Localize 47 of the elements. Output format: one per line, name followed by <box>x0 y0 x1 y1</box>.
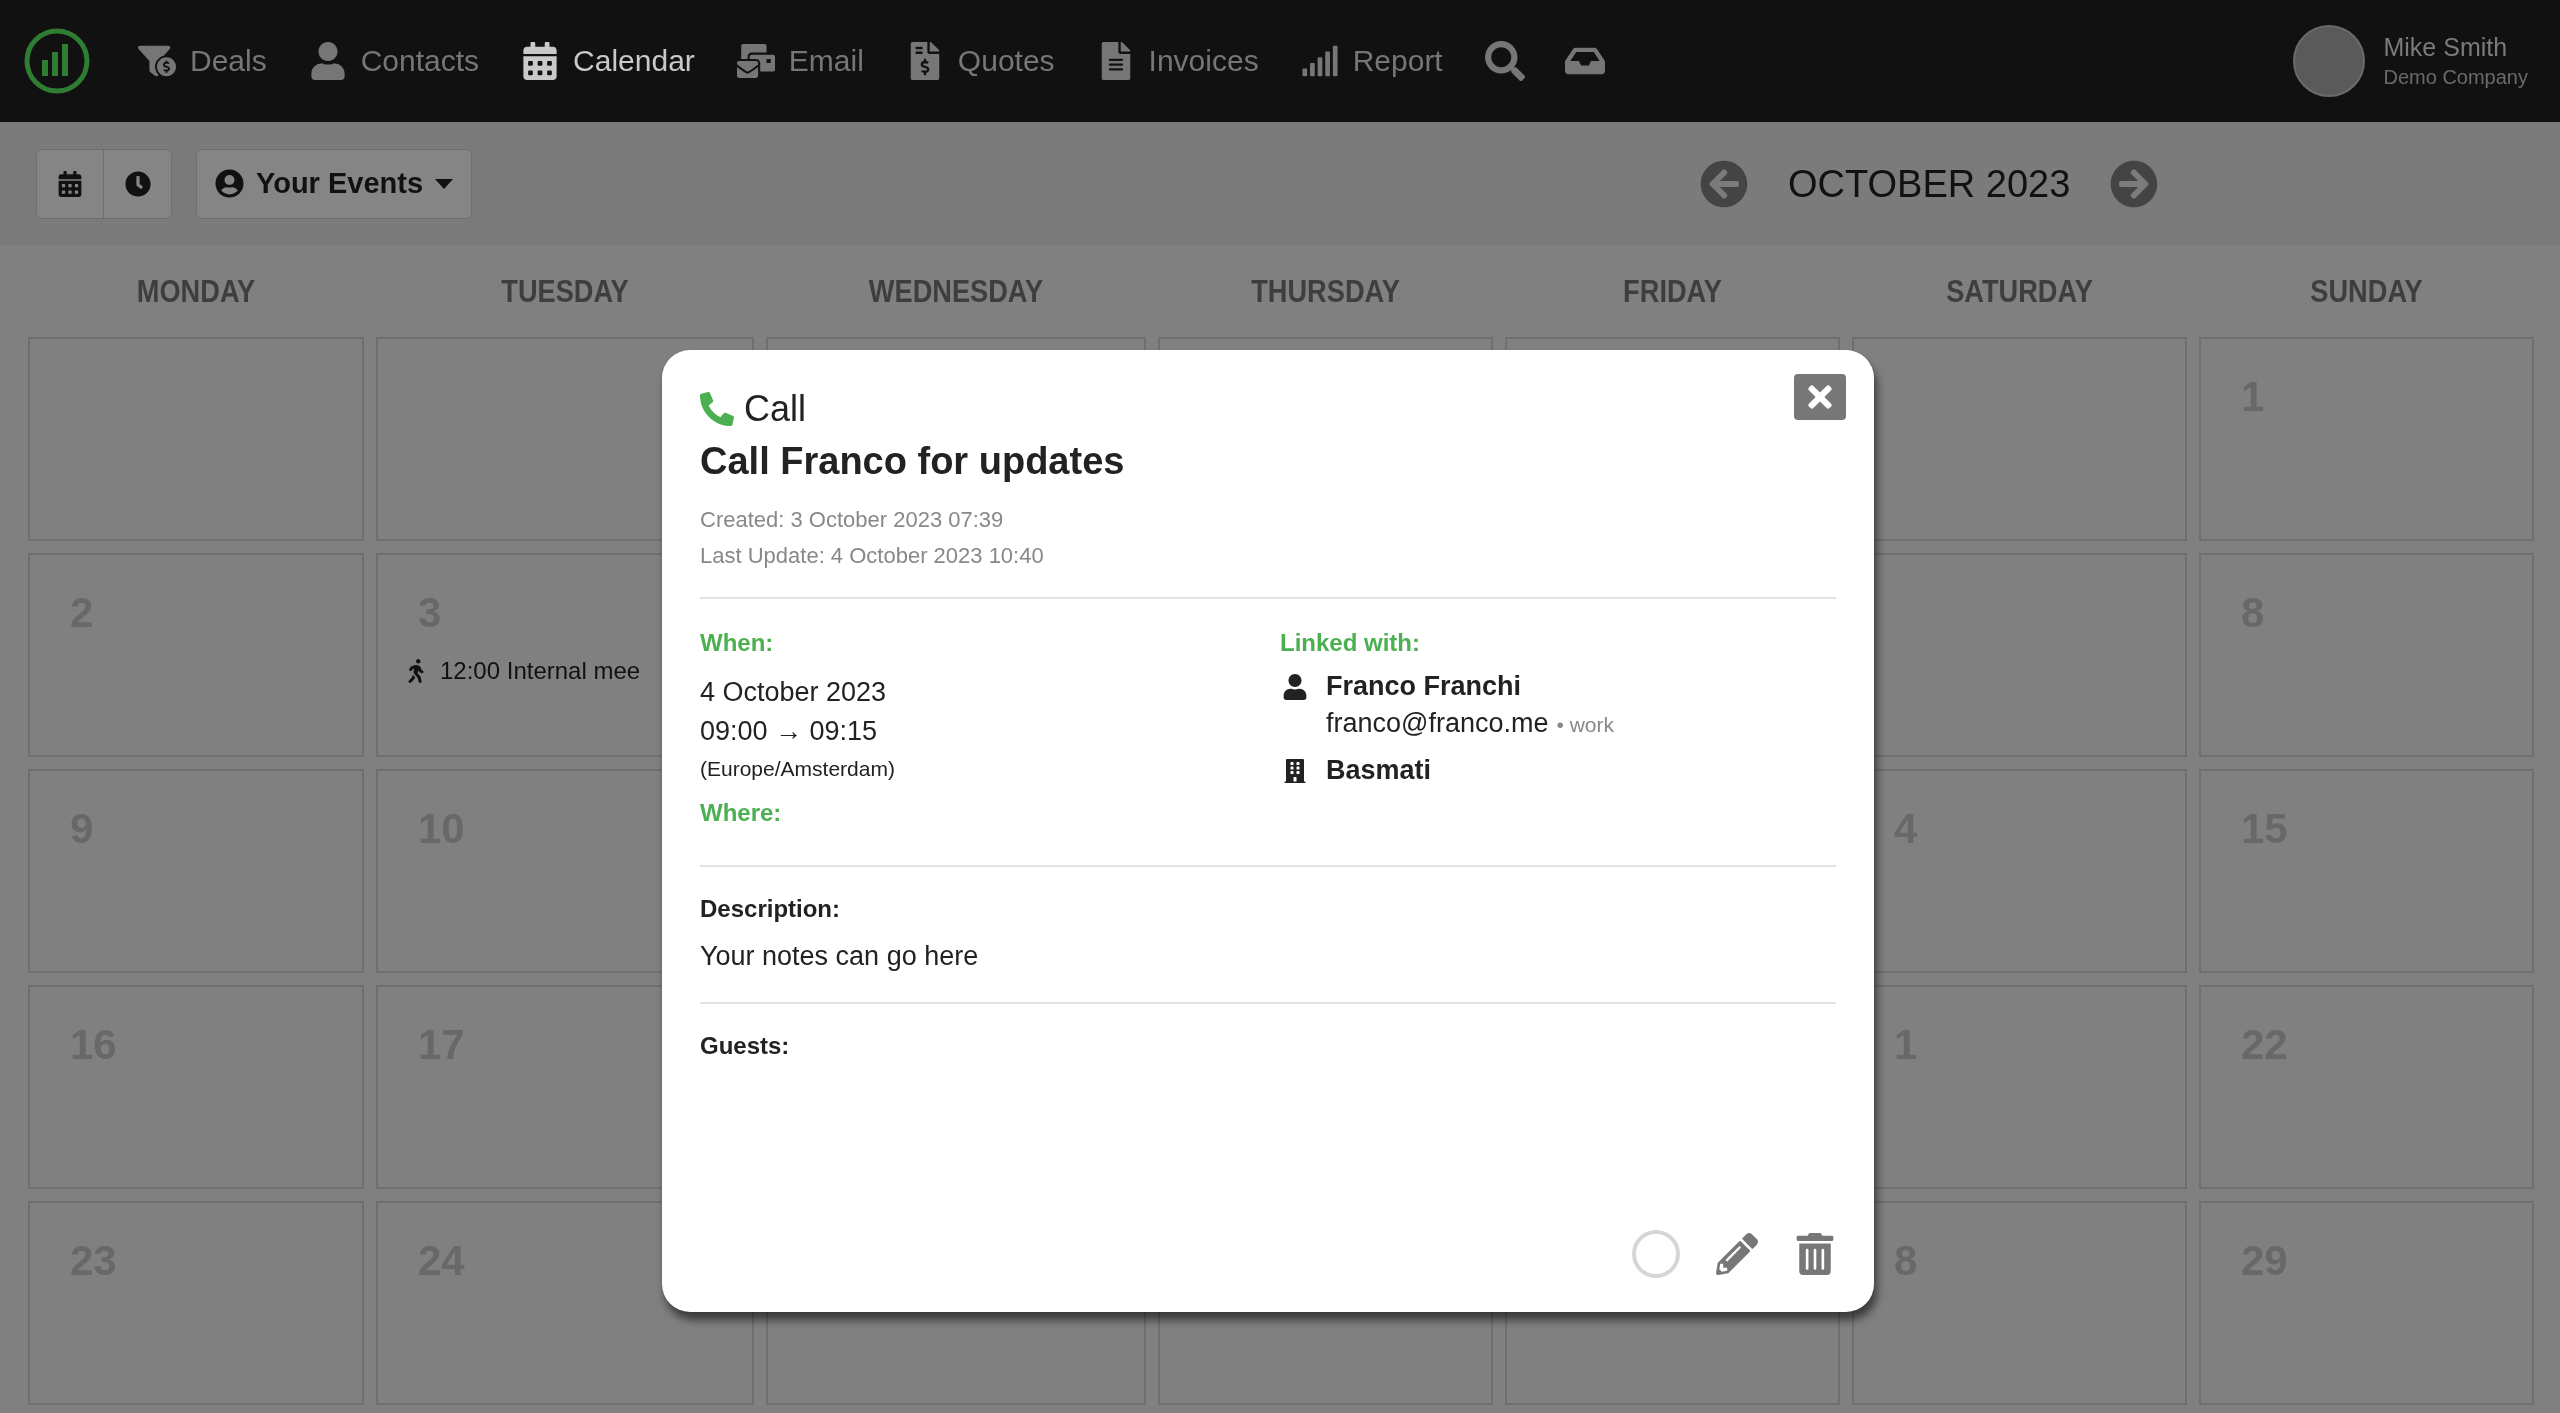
calendar-event[interactable]: 12:00 Internal mee <box>404 657 641 685</box>
contact-name[interactable]: Franco Franchi <box>1326 671 1522 702</box>
events-filter-dropdown[interactable]: Your Events <box>196 148 473 219</box>
month-title: OCTOBER 2023 <box>1788 161 2071 207</box>
search-icon[interactable] <box>1484 41 1525 81</box>
event-type: Call <box>744 388 806 430</box>
close-button[interactable] <box>1794 374 1846 420</box>
weekday-header: TUESDAY <box>500 271 630 311</box>
user-icon <box>308 42 347 80</box>
email-tag: • work <box>1556 713 1615 737</box>
nav-item[interactable]: Contacts <box>308 42 480 80</box>
calendar-icon <box>521 42 560 80</box>
weekday-header: FRIDAY <box>1622 271 1723 311</box>
contact-email[interactable]: franco@franco.me <box>1326 708 1549 739</box>
phone-icon <box>700 392 734 426</box>
logo-icon[interactable] <box>22 26 92 96</box>
event-title: Call Franco for updates <box>700 440 1126 483</box>
weekday-header: SUNDAY <box>2309 271 2424 311</box>
pencil-icon <box>1716 1233 1758 1275</box>
nav-item[interactable]: Deals <box>138 42 267 80</box>
nav-item[interactable]: Invoices <box>1096 42 1259 80</box>
linked-label: Linked with: <box>1280 629 1421 657</box>
delete-button[interactable] <box>1794 1233 1836 1275</box>
company-link[interactable]: Basmati <box>1326 755 1432 786</box>
weekday-header: WEDNESDAY <box>867 271 1045 311</box>
caret-icon <box>435 178 454 189</box>
calendar-icon <box>57 170 83 197</box>
nav-item[interactable]: Quotes <box>905 42 1055 80</box>
previous-month-button[interactable] <box>1700 159 1748 208</box>
day-cell[interactable] <box>1852 337 2187 541</box>
complete-toggle[interactable] <box>1632 1230 1680 1278</box>
company-name: Demo Company <box>2383 66 2528 89</box>
mail-icon <box>736 42 775 80</box>
clock-view-button[interactable] <box>104 149 171 218</box>
nav-item[interactable]: Email <box>736 42 864 80</box>
weekday-header: MONDAY <box>135 271 257 311</box>
calendar-view-button[interactable] <box>37 149 104 218</box>
created-date: Created: 3 October 2023 07:39 <box>700 507 1005 533</box>
trash-icon <box>1794 1233 1836 1275</box>
weekday-header: THURSDAY <box>1250 271 1401 311</box>
edit-button[interactable] <box>1716 1233 1758 1275</box>
user-name: Mike Smith <box>2383 33 2509 62</box>
nav-item[interactable]: Report <box>1300 42 1443 80</box>
weekday-header: SATURDAY <box>1945 271 2094 311</box>
nav-item[interactable]: Calendar <box>521 42 695 80</box>
clock-icon <box>124 170 151 197</box>
next-month-button[interactable] <box>2110 159 2159 208</box>
